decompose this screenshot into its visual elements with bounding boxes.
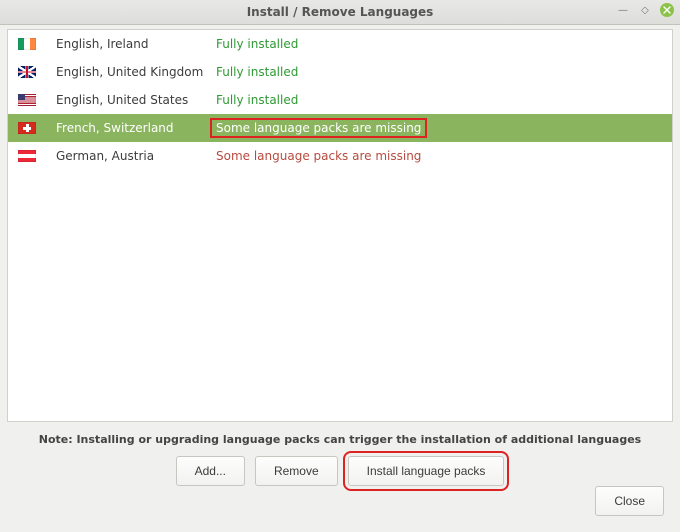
language-list[interactable]: English, IrelandFully installedEnglish, … <box>7 29 673 422</box>
language-name: German, Austria <box>56 149 216 163</box>
add-button[interactable]: Add... <box>176 456 245 486</box>
window-title: Install / Remove Languages <box>247 5 434 19</box>
flag-icon <box>18 38 36 50</box>
language-row[interactable]: German, AustriaSome language packs are m… <box>8 142 672 170</box>
language-row[interactable]: English, United KingdomFully installed <box>8 58 672 86</box>
language-status: Fully installed <box>216 37 298 51</box>
language-name: English, United States <box>56 93 216 107</box>
language-row[interactable]: English, United StatesFully installed <box>8 86 672 114</box>
flag-icon <box>18 122 36 134</box>
install-language-packs-button[interactable]: Install language packs <box>348 456 505 486</box>
language-name: English, United Kingdom <box>56 65 216 79</box>
language-status: Some language packs are missing <box>216 149 421 163</box>
flag-icon <box>18 94 36 106</box>
language-name: French, Switzerland <box>56 121 216 135</box>
minimize-icon[interactable]: — <box>616 3 630 17</box>
language-row[interactable]: French, SwitzerlandSome language packs a… <box>8 114 672 142</box>
note-text: Note: Installing or upgrading language p… <box>7 433 673 446</box>
language-status: Fully installed <box>216 65 298 79</box>
language-status: Fully installed <box>216 93 298 107</box>
titlebar: Install / Remove Languages — ◇ <box>0 0 680 25</box>
remove-button[interactable]: Remove <box>255 456 338 486</box>
close-button[interactable]: Close <box>595 486 664 516</box>
action-button-row: Add... Remove Install language packs <box>7 456 673 486</box>
language-name: English, Ireland <box>56 37 216 51</box>
language-status: Some language packs are missing <box>210 118 427 138</box>
window-controls: — ◇ <box>616 3 674 17</box>
close-icon[interactable] <box>660 3 674 17</box>
maximize-icon[interactable]: ◇ <box>638 3 652 17</box>
language-row[interactable]: English, IrelandFully installed <box>8 30 672 58</box>
flag-icon <box>18 66 36 78</box>
flag-icon <box>18 150 36 162</box>
